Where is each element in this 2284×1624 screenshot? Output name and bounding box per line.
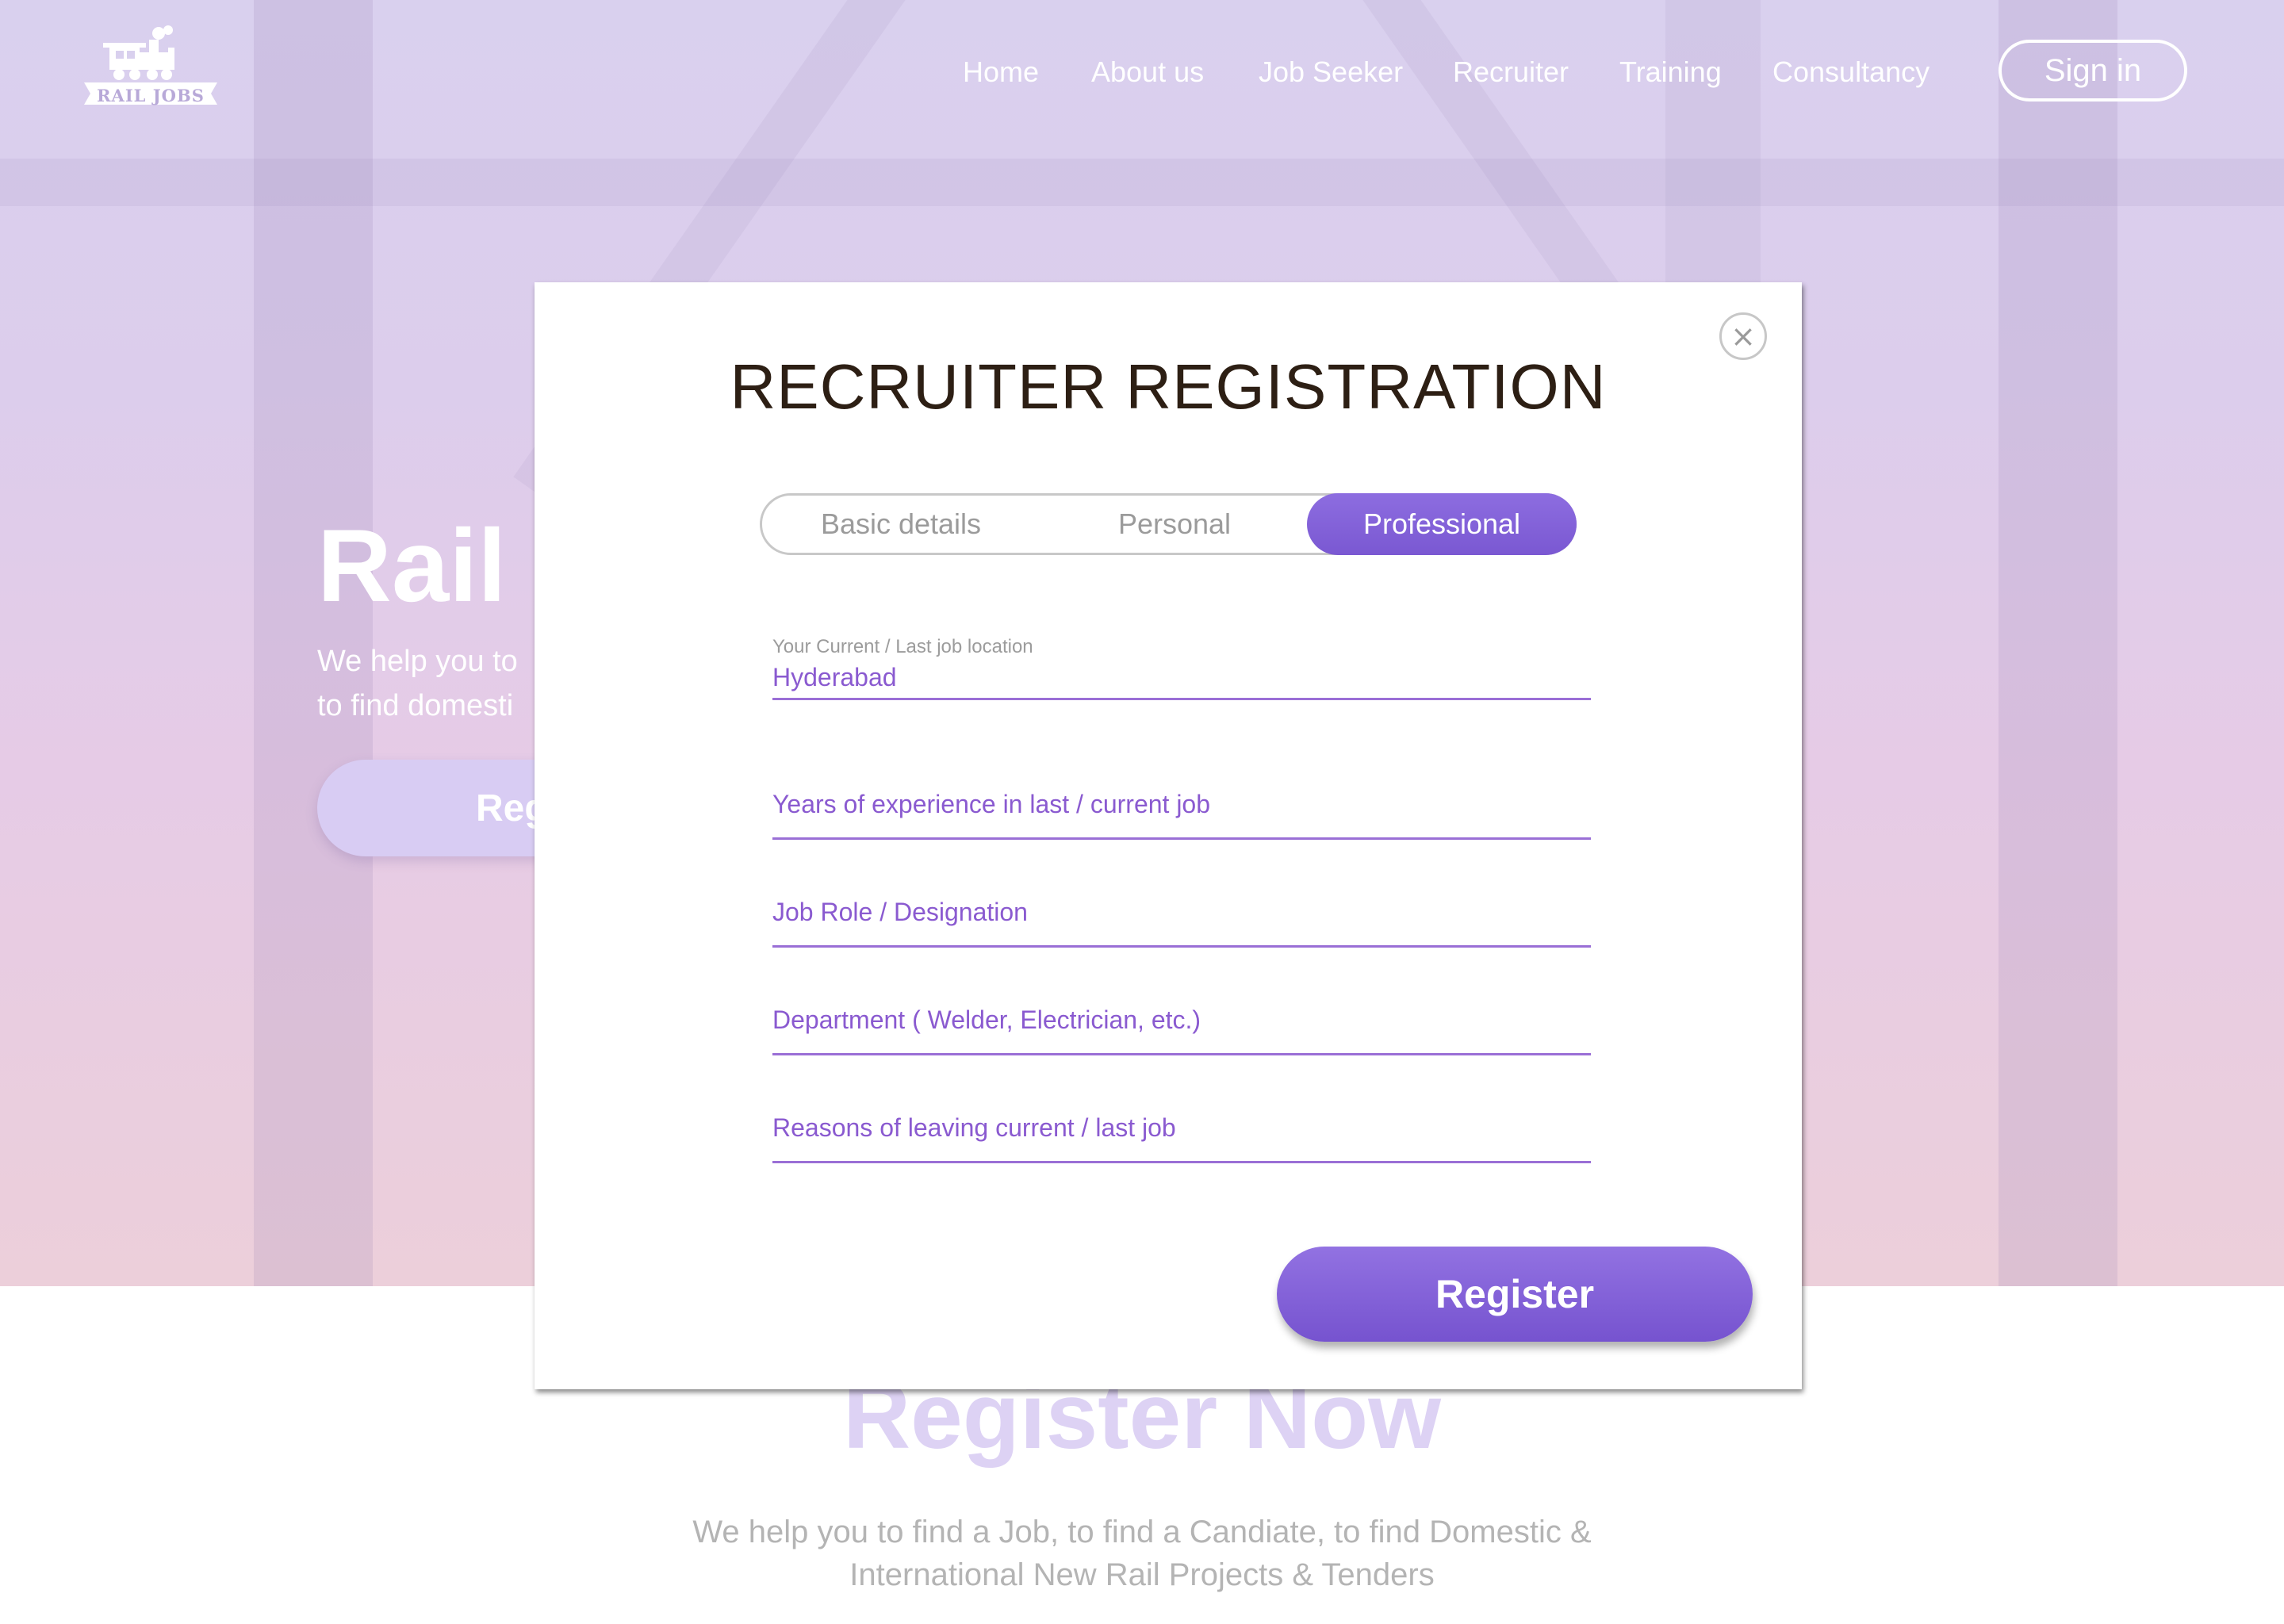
tab-personal[interactable]: Personal <box>1040 496 1309 553</box>
job-role-placeholder[interactable]: Job Role / Designation <box>772 898 1028 927</box>
nav-job-seeker[interactable]: Job Seeker <box>1259 56 1403 89</box>
step-tabs: Basic details Personal Professional <box>760 493 1577 555</box>
experience-field[interactable]: Years of experience in last / current jo… <box>772 790 1591 840</box>
nav-recruiter[interactable]: Recruiter <box>1453 56 1569 89</box>
tab-basic-details[interactable]: Basic details <box>762 496 1040 553</box>
nav-about-us[interactable]: About us <box>1091 56 1204 89</box>
leaving-reasons-placeholder[interactable]: Reasons of leaving current / last job <box>772 1113 1176 1143</box>
leaving-reasons-field[interactable]: Reasons of leaving current / last job <box>772 1113 1591 1163</box>
experience-placeholder[interactable]: Years of experience in last / current jo… <box>772 790 1210 819</box>
nav-home[interactable]: Home <box>963 56 1039 89</box>
nav-training[interactable]: Training <box>1619 56 1722 89</box>
description-line: International New Rail Projects & Tender… <box>849 1557 1435 1592</box>
job-location-label: Your Current / Last job location <box>772 636 1033 657</box>
job-location-value[interactable]: Hyderabad <box>772 663 897 692</box>
bridge-beam <box>0 159 2284 206</box>
recruiter-registration-modal: × RECRUITER REGISTRATION Basic details P… <box>535 282 1802 1389</box>
nav-consultancy[interactable]: Consultancy <box>1772 56 1930 89</box>
description-line: We help you to find a Job, to find a Can… <box>692 1515 1592 1549</box>
job-role-field[interactable]: Job Role / Designation <box>772 898 1591 948</box>
sign-in-button[interactable]: Sign in <box>1998 40 2187 102</box>
department-field[interactable]: Department ( Welder, Electrician, etc.) <box>772 1005 1591 1055</box>
register-button[interactable]: Register <box>1277 1247 1753 1342</box>
register-now-description: We help you to find a Job, to find a Can… <box>0 1511 2284 1596</box>
department-placeholder[interactable]: Department ( Welder, Electrician, etc.) <box>772 1005 1201 1035</box>
job-location-field[interactable]: Your Current / Last job location Hyderab… <box>772 636 1591 700</box>
logo-text: RAIL JOBS <box>97 86 205 105</box>
tab-professional[interactable]: Professional <box>1307 493 1577 555</box>
modal-title: RECRUITER REGISTRATION <box>730 351 1607 422</box>
